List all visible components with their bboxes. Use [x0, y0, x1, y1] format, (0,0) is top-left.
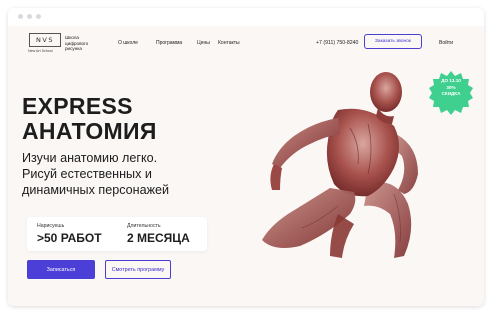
nav-item-contacts[interactable]: Контакты: [218, 40, 240, 46]
nav-item-program[interactable]: Программа: [156, 40, 182, 46]
view-program-button[interactable]: Смотреть программу: [105, 260, 171, 279]
badge-percent: 30%: [446, 84, 456, 90]
hero-subtitle: Изучи анатомию легко. Рисуй естественных…: [22, 150, 222, 198]
nav-item-prices[interactable]: Цены: [197, 40, 210, 46]
stat-value-duration: 2 МЕСЯЦА: [127, 231, 190, 245]
hero-title-line: АНАТОМИЯ: [22, 118, 157, 144]
badge-date: ДО 13.10: [441, 78, 461, 83]
view-program-label: Смотреть программу: [111, 266, 165, 273]
browser-window: NVS New Art School Школа цифрового рисун…: [8, 8, 484, 306]
window-dot-icon[interactable]: [27, 14, 32, 19]
stat-value-works: >50 РАБОТ: [37, 231, 102, 245]
logo-name: New Art School: [28, 49, 53, 53]
browser-titlebar: [8, 8, 484, 26]
hero-title-line: EXPRESS: [22, 93, 133, 119]
school-tagline: Школа цифрового рисунка: [65, 35, 105, 52]
anatomy-figure-illustration: [262, 72, 418, 258]
logo-mark: NVS: [36, 36, 54, 44]
window-dot-icon[interactable]: [36, 14, 41, 19]
hero-subtitle-line: Рисуй естественных и: [22, 167, 152, 181]
stat-label-duration: Длительность: [127, 223, 161, 229]
nav-item-about[interactable]: О школе: [118, 40, 138, 46]
landing-page: NVS New Art School Школа цифрового рисун…: [8, 26, 484, 306]
stat-label-works: Нарисуешь: [37, 223, 65, 229]
hero-subtitle-line: Изучи анатомию легко.: [22, 151, 158, 165]
call-request-button[interactable]: Заказать звонок: [364, 34, 422, 49]
signup-button[interactable]: Записаться: [27, 260, 95, 279]
hero-title: EXPRESS АНАТОМИЯ: [22, 94, 157, 144]
window-dot-icon[interactable]: [18, 14, 23, 19]
hero-subtitle-line: динамичных персонажей: [22, 183, 170, 197]
badge-label: СКИДКА: [441, 91, 461, 97]
phone-number[interactable]: +7 (911) 750-8240: [316, 40, 358, 46]
call-request-label: Заказать звонок: [375, 39, 411, 44]
login-link[interactable]: Войти: [439, 40, 453, 46]
stats-card: Нарисуешь >50 РАБОТ Длительность 2 МЕСЯЦ…: [27, 217, 207, 251]
signup-label: Записаться: [46, 266, 76, 273]
logo[interactable]: NVS: [29, 33, 61, 47]
school-tagline-line: рисунка: [65, 46, 82, 52]
discount-badge-text: ДО 13.10 30% СКИДКА: [428, 78, 474, 98]
